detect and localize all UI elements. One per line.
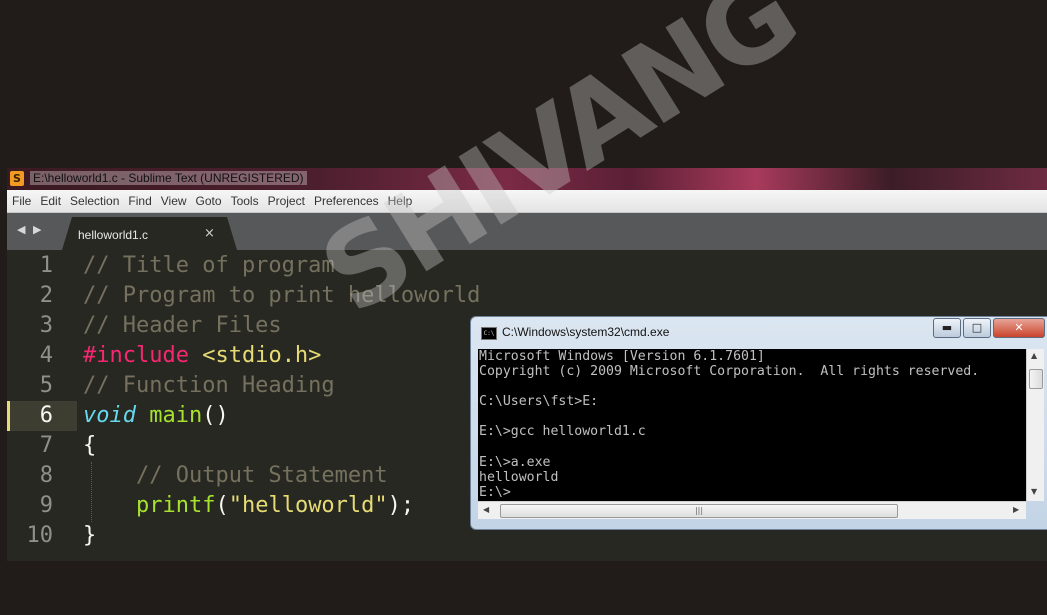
preprocessor-keyword: #include bbox=[83, 343, 189, 368]
tab-nav-arrows-icon[interactable]: ◀ ▶ bbox=[17, 223, 43, 236]
code-line-10: } bbox=[83, 521, 96, 551]
scroll-down-icon[interactable]: ▼ bbox=[1031, 487, 1037, 496]
menu-find[interactable]: Find bbox=[123, 190, 155, 212]
line-number: 8 bbox=[39, 463, 53, 488]
menu-help[interactable]: Help bbox=[383, 190, 417, 212]
line-number: 7 bbox=[39, 433, 53, 458]
console-text: Microsoft Windows [Version 6.1.7601] Cop… bbox=[479, 349, 980, 500]
vertical-scroll-thumb[interactable] bbox=[1029, 369, 1043, 389]
console-output[interactable]: Microsoft Windows [Version 6.1.7601] Cop… bbox=[478, 349, 1026, 501]
tab-bar: ◀ ▶ helloworld1.c × bbox=[7, 213, 1047, 250]
horizontal-scrollbar[interactable]: ◀ ||| ▶ bbox=[478, 501, 1026, 519]
punctuation: () bbox=[202, 403, 229, 428]
window-titlebar[interactable]: S E:\helloworld1.c - Sublime Text (UNREG… bbox=[7, 168, 1047, 190]
punctuation: } bbox=[83, 523, 97, 548]
code-line-4: #include <stdio.h> bbox=[83, 341, 321, 371]
close-button[interactable]: ✕ bbox=[993, 318, 1045, 338]
scroll-up-icon[interactable]: ▲ bbox=[1031, 351, 1037, 360]
code-line-2: // Program to print helloworld bbox=[83, 281, 480, 311]
line-number: 3 bbox=[39, 313, 53, 338]
menu-project[interactable]: Project bbox=[263, 190, 309, 212]
vertical-scrollbar[interactable]: ▲ ▼ bbox=[1026, 349, 1044, 501]
window-title: E:\helloworld1.c - Sublime Text (UNREGIS… bbox=[30, 171, 307, 185]
function-name: main bbox=[149, 403, 203, 428]
string-literal: "helloworld" bbox=[228, 493, 388, 518]
menu-selection[interactable]: Selection bbox=[65, 190, 123, 212]
menu-view[interactable]: View bbox=[156, 190, 191, 212]
maximize-button[interactable]: □ bbox=[963, 318, 991, 338]
include-path: <stdio.h> bbox=[202, 343, 322, 368]
code-line-1: // Title of program bbox=[83, 251, 335, 281]
minimize-button[interactable]: ▬ bbox=[933, 318, 961, 338]
line-number: 5 bbox=[39, 373, 53, 398]
cmd-window-title[interactable]: C:\Windows\system32\cmd.exe bbox=[502, 325, 669, 339]
tab-label: helloworld1.c bbox=[78, 228, 149, 242]
menu-preferences[interactable]: Preferences bbox=[309, 190, 383, 212]
tab-close-icon[interactable]: × bbox=[204, 226, 215, 241]
comment: // Header Files bbox=[83, 313, 282, 338]
code-line-7: { bbox=[83, 431, 96, 461]
comment: // Program to print helloworld bbox=[83, 283, 481, 308]
line-number-gutter: 1 2 3 4 5 6 7 8 9 10 bbox=[7, 250, 71, 561]
type-keyword: void bbox=[83, 403, 136, 428]
scroll-left-icon[interactable]: ◀ bbox=[483, 505, 489, 514]
comment: // Function Heading bbox=[83, 373, 335, 398]
line-number-active: 6 bbox=[39, 403, 53, 428]
code-line-6: void main() bbox=[83, 401, 229, 431]
line-number: 4 bbox=[39, 343, 53, 368]
sublime-logo-icon: S bbox=[10, 171, 24, 186]
line-number: 2 bbox=[39, 283, 53, 308]
scroll-right-icon[interactable]: ▶ bbox=[1013, 505, 1019, 514]
menu-file[interactable]: File bbox=[7, 190, 35, 212]
punctuation: { bbox=[83, 433, 97, 458]
line-number: 9 bbox=[39, 493, 53, 518]
horizontal-scroll-thumb[interactable]: ||| bbox=[500, 504, 898, 518]
menu-bar: File Edit Selection Find View Goto Tools Projec… bbox=[7, 190, 1047, 213]
cmd-window-icon: C:\ bbox=[481, 327, 497, 340]
cmd-window: C:\ C:\Windows\system32\cmd.exe ▬ □ ✕ Mi… bbox=[470, 316, 1047, 530]
tab-helloworld1[interactable]: helloworld1.c × bbox=[62, 217, 237, 250]
comment: // Title of program bbox=[83, 253, 335, 278]
line-number: 10 bbox=[26, 523, 54, 548]
code-line-8: // Output Statement bbox=[83, 461, 388, 491]
punctuation: ); bbox=[387, 493, 415, 518]
code-line-9: printf("helloworld"); bbox=[83, 491, 414, 521]
menu-edit[interactable]: Edit bbox=[35, 190, 65, 212]
code-line-3: // Header Files bbox=[83, 311, 282, 341]
menu-goto[interactable]: Goto bbox=[191, 190, 226, 212]
punctuation: ( bbox=[215, 493, 229, 518]
line-number: 1 bbox=[39, 253, 53, 278]
comment: // Output Statement bbox=[135, 463, 388, 488]
function-call: printf bbox=[135, 493, 216, 518]
menu-tools[interactable]: Tools bbox=[226, 190, 263, 212]
code-line-5: // Function Heading bbox=[83, 371, 335, 401]
